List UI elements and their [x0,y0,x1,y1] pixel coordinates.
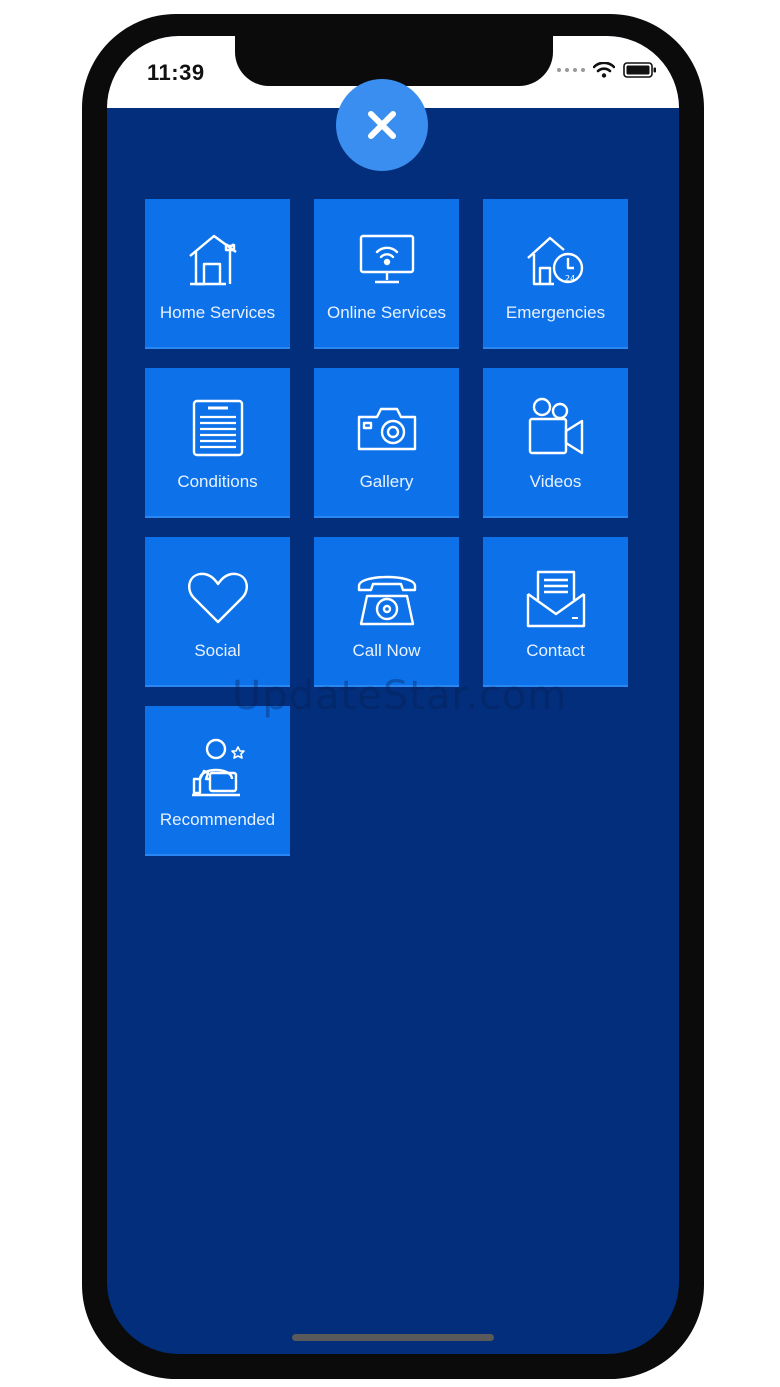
tile-contact[interactable]: Contact [483,537,628,687]
heart-icon [186,567,250,629]
tile-label: Contact [526,641,585,660]
tile-call-now[interactable]: Call Now [314,537,459,687]
tile-home-services[interactable]: Home Services [145,199,290,349]
wifi-icon [593,62,615,78]
tile-label: Gallery [359,472,414,491]
document-terms-icon [186,398,250,460]
tile-label: Conditions [177,472,258,491]
video-camera-icon [524,397,588,460]
signal-dots-icon [557,68,585,72]
tile-emergencies[interactable]: 24 Emergencies [483,199,628,349]
home-indicator[interactable] [292,1334,494,1341]
tile-label: Call Now [352,641,421,660]
tile-videos[interactable]: Videos [483,368,628,518]
status-time: 11:39 [147,60,205,85]
notch [235,36,553,86]
tile-label: Emergencies [505,303,606,322]
status-icons [557,62,657,78]
tile-gallery[interactable]: Gallery [314,368,459,518]
telephone-icon [355,567,419,629]
tile-label: Social [194,641,241,660]
tile-recommended[interactable]: Recommended [145,706,290,856]
envelope-letter-icon [524,567,588,629]
house-wrench-icon [186,229,250,291]
tile-conditions[interactable]: Conditions [145,368,290,518]
close-icon [365,108,399,142]
tile-label: Videos [529,472,582,491]
monitor-wifi-icon [355,229,419,291]
tile-social[interactable]: Social [145,537,290,687]
person-thumbs-up-icon [186,736,250,798]
tile-label: Online Services [326,303,447,322]
tile-label: Recommended [159,810,276,829]
watermark: UpdateStar.com [232,673,568,719]
svg-text:24: 24 [565,274,575,283]
battery-icon [623,62,657,78]
house-24h-icon: 24 [524,229,588,291]
tile-label: Home Services [159,303,276,322]
close-button[interactable] [336,79,428,171]
tile-online-services[interactable]: Online Services [314,199,459,349]
camera-icon [355,398,419,460]
